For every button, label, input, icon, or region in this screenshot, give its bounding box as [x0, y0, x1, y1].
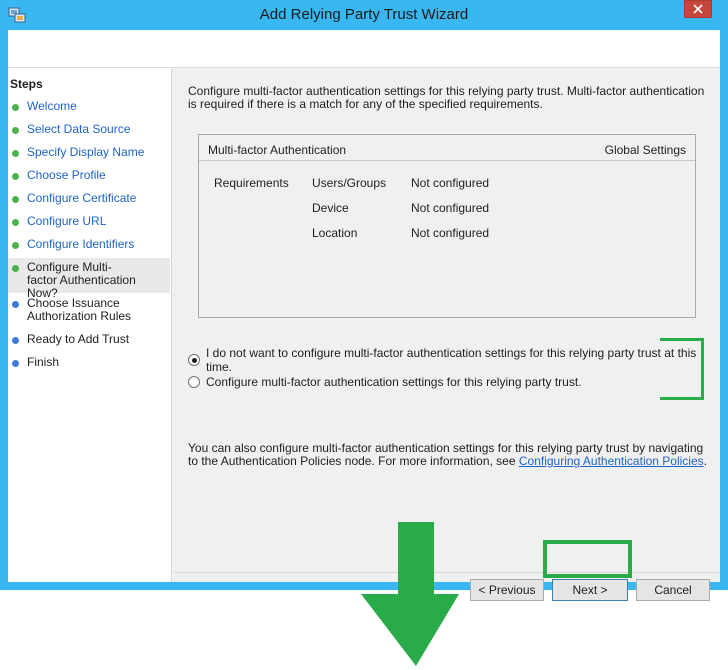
title-bar[interactable]: Add Relying Party Trust Wizard	[0, 0, 728, 30]
step-done-icon	[12, 150, 19, 157]
steps-panel: Steps Welcome Select Data Source Specify…	[8, 68, 172, 582]
step-label: Configure Multi-factor Authentication No…	[27, 260, 136, 300]
steps-title: Steps	[10, 77, 43, 91]
requirement-value: Not configured	[411, 176, 490, 190]
auth-policies-link[interactable]: Configuring Authentication Policies	[519, 454, 704, 468]
step-label: Select Data Source	[27, 122, 131, 136]
requirement-value: Not configured	[411, 201, 490, 215]
step-label: Ready to Add Trust	[27, 332, 130, 346]
cancel-button[interactable]: Cancel	[636, 579, 710, 601]
more-info-end: .	[703, 454, 707, 468]
wizard-window: Add Relying Party Trust Wizard Steps Wel…	[0, 0, 728, 601]
step-choose-issuance-rules: Choose Issuance Authorization Rules	[8, 297, 170, 323]
next-highlight-box	[543, 540, 632, 578]
step-choose-profile[interactable]: Choose Profile	[8, 169, 170, 182]
step-select-data-source[interactable]: Select Data Source	[8, 123, 170, 136]
step-label: Configure Identifiers	[27, 237, 135, 251]
more-info-text: You can also configure multi-factor auth…	[188, 442, 710, 468]
step-label: Welcome	[27, 99, 77, 113]
wizard-client-area: Steps Welcome Select Data Source Specify…	[8, 30, 720, 601]
next-button[interactable]: Next >	[552, 579, 628, 601]
step-label: Configure Certificate	[27, 191, 137, 205]
step-done-icon	[12, 104, 19, 111]
step-configure-certificate[interactable]: Configure Certificate	[8, 192, 170, 205]
highlight-bracket	[660, 338, 704, 400]
step-configure-url[interactable]: Configure URL	[8, 215, 170, 228]
option-label: I do not want to configure multi-factor …	[206, 346, 697, 374]
step-done-icon	[12, 219, 19, 226]
radio-button[interactable]	[188, 376, 200, 388]
previous-button[interactable]: < Previous	[470, 579, 544, 601]
step-welcome[interactable]: Welcome	[8, 100, 170, 113]
step-ready-to-add-trust: Ready to Add Trust	[8, 333, 170, 346]
step-pending-icon	[12, 301, 19, 308]
step-label: Choose Profile	[27, 168, 106, 182]
requirement-key: Location	[312, 226, 358, 240]
step-label: Specify Display Name	[27, 145, 145, 159]
step-pending-icon	[12, 337, 19, 344]
step-done-icon	[12, 242, 19, 249]
down-arrow-icon	[361, 522, 459, 666]
radio-button-selected[interactable]	[188, 354, 200, 366]
step-done-icon	[12, 173, 19, 180]
close-icon	[693, 4, 703, 14]
step-done-icon	[12, 127, 19, 134]
requirements-label: Requirements	[214, 176, 289, 190]
option-configure-mfa[interactable]: Configure multi-factor authentication se…	[188, 375, 582, 389]
requirement-key: Device	[312, 201, 349, 215]
mfa-header-title: Multi-factor Authentication	[208, 143, 347, 157]
step-finish: Finish	[8, 356, 170, 369]
step-current-icon	[12, 265, 19, 272]
close-button[interactable]	[684, 0, 712, 18]
requirement-key: Users/Groups	[312, 176, 387, 190]
requirement-value: Not configured	[411, 226, 490, 240]
step-done-icon	[12, 196, 19, 203]
mfa-box-header: Multi-factor Authentication Global Setti…	[199, 135, 695, 161]
step-configure-mfa-current: Configure Multi-factor Authentication No…	[8, 258, 170, 300]
step-label: Finish	[27, 355, 60, 369]
step-label: Configure URL	[27, 214, 107, 228]
intro-text: Configure multi-factor authentication se…	[188, 84, 705, 111]
mfa-header-scope: Global Settings	[604, 143, 686, 157]
step-configure-identifiers[interactable]: Configure Identifiers	[8, 238, 170, 251]
wizard-header-band	[8, 30, 720, 68]
mfa-settings-box: Multi-factor Authentication Global Setti…	[198, 134, 696, 318]
step-label: Choose Issuance Authorization Rules	[27, 296, 132, 323]
step-specify-display-name[interactable]: Specify Display Name	[8, 146, 170, 159]
window-title: Add Relying Party Trust Wizard	[259, 6, 469, 23]
option-skip-mfa[interactable]: I do not want to configure multi-factor …	[188, 346, 720, 374]
wizard-content: Configure multi-factor authentication se…	[174, 68, 720, 601]
step-pending-icon	[12, 360, 19, 367]
option-label: Configure multi-factor authentication se…	[206, 375, 582, 389]
